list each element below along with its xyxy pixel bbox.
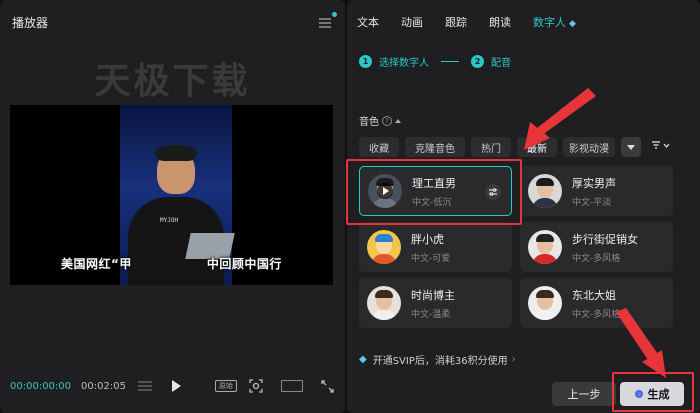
filter-icon[interactable] xyxy=(651,140,671,154)
voice-avatar xyxy=(528,286,562,320)
step-label-dubbing[interactable]: 配音 xyxy=(491,54,511,69)
voice-name: 胖小虎 xyxy=(411,232,444,246)
total-time: 00:02:05 xyxy=(81,380,126,392)
vip-notice[interactable]: ◆ 开通SVIP后，消耗36积分使用 › xyxy=(347,344,700,374)
vip-notice-text: 开通SVIP后，消耗36积分使用 xyxy=(372,355,508,367)
step-number-1: 1 xyxy=(359,55,372,68)
shirt-text: MYJOH xyxy=(160,217,179,224)
voice-name: 步行街促销女 xyxy=(572,232,638,246)
previous-step-button[interactable]: 上一步 xyxy=(552,382,616,406)
voice-card[interactable]: 时尚博主 中文-温柔 xyxy=(359,278,512,328)
voice-name: 厚实男声 xyxy=(572,176,616,190)
ratio-button[interactable]: 原始 xyxy=(214,380,237,392)
fullscreen-icon[interactable] xyxy=(321,379,334,393)
voice-avatar xyxy=(367,286,401,320)
player-title: 播放器 xyxy=(12,15,49,30)
voice-section-label: 音色 ? xyxy=(359,113,401,128)
menu-icon[interactable] xyxy=(319,12,337,28)
generate-icon xyxy=(634,390,643,398)
voice-section-title: 音色 xyxy=(359,117,379,128)
voice-avatar xyxy=(367,230,401,264)
tab-digital-human[interactable]: 数字人 ◆ xyxy=(533,14,576,30)
waveform-icon[interactable] xyxy=(136,380,154,392)
video-subtitle: 美国网红“甲 中回顾中国行 xyxy=(61,257,282,271)
chevron-down-icon xyxy=(627,144,635,150)
voice-tag: 中文-可爱 xyxy=(411,253,451,264)
voice-card[interactable]: 胖小虎 中文-可爱 xyxy=(359,222,512,272)
collapse-icon[interactable] xyxy=(395,118,401,123)
voice-tag: 中文-多风格 xyxy=(572,253,621,264)
voice-avatar xyxy=(368,174,402,208)
tab-tracking[interactable]: 跟踪 xyxy=(445,14,467,30)
generate-button-label: 生成 xyxy=(647,388,670,401)
voice-card[interactable]: 步行街促销女 中文-多风格 xyxy=(520,222,673,272)
properties-panel: 文本 动画 跟踪 朗读 数字人 ◆ 1 选择数字人 2 配音 音色 ? 收藏 克隆… xyxy=(347,0,700,413)
voice-card[interactable]: 厚实男声 中文-平淡 xyxy=(520,166,673,216)
voice-tag: 中文-平淡 xyxy=(572,197,612,208)
chip-favorites[interactable]: 收藏 xyxy=(359,137,399,157)
playback-controls: 00:00:00:00 00:02:05 原始 xyxy=(10,377,335,395)
tab-read-aloud[interactable]: 朗读 xyxy=(489,14,511,30)
voice-tag: 中文-低沉 xyxy=(412,197,452,208)
voice-avatar xyxy=(528,174,562,208)
voice-category-chips: 收藏 克隆音色 热门 最新 影视动漫 xyxy=(359,137,671,157)
voice-tag: 中文-温柔 xyxy=(411,309,451,320)
voice-grid: 理工直男 中文-低沉 厚实男声 中文-平淡 胖小虎 中文-可爱 步行街促销女 中… xyxy=(359,166,673,328)
tab-text[interactable]: 文本 xyxy=(357,14,379,30)
voice-name: 东北大姐 xyxy=(572,288,616,302)
tab-animation[interactable]: 动画 xyxy=(401,14,423,30)
step-label-select-digital-human[interactable]: 选择数字人 xyxy=(379,54,429,69)
voice-avatar xyxy=(528,230,562,264)
voice-name: 理工直男 xyxy=(412,176,456,190)
watermark: 天极下载 xyxy=(94,61,251,102)
voice-card[interactable]: 东北大姐 中文-多风格 xyxy=(520,278,673,328)
voice-tag: 中文-多风格 xyxy=(572,309,621,320)
tab-digital-human-label: 数字人 xyxy=(533,16,566,29)
diamond-icon: ◆ xyxy=(359,353,367,365)
adjust-icon[interactable] xyxy=(485,184,501,200)
video-preview[interactable]: MYJOH 美国网红“甲 中回顾中国行 xyxy=(10,105,333,285)
player-header: 播放器 xyxy=(12,12,337,32)
generate-button[interactable]: 生成 xyxy=(620,382,684,406)
voice-card-selected[interactable]: 理工直男 中文-低沉 xyxy=(359,166,512,216)
play-icon[interactable] xyxy=(171,380,181,392)
preview-frame-icon[interactable] xyxy=(280,380,303,392)
play-icon[interactable] xyxy=(377,183,393,199)
chip-dropdown-button[interactable] xyxy=(621,137,641,157)
tab-bar: 文本 动画 跟踪 朗读 数字人 ◆ xyxy=(357,14,576,30)
step-indicator: 1 选择数字人 2 配音 xyxy=(359,54,511,69)
chevron-right-icon: › xyxy=(511,353,516,365)
chip-clone-voice[interactable]: 克隆音色 xyxy=(405,137,465,157)
voice-name: 时尚博主 xyxy=(411,288,455,302)
current-time: 00:00:00:00 xyxy=(10,380,72,392)
diamond-icon: ◆ xyxy=(569,19,576,29)
crop-icon[interactable] xyxy=(249,379,263,393)
presenter-hair xyxy=(155,145,197,161)
chip-film-animation[interactable]: 影视动漫 xyxy=(563,137,615,157)
step-number-2: 2 xyxy=(471,55,484,68)
player-panel: 播放器 天极下载 MYJOH 美国网红“甲 中回顾中国行 00:00:00:00… xyxy=(0,0,345,413)
help-icon[interactable]: ? xyxy=(382,115,392,126)
chip-latest[interactable]: 最新 xyxy=(517,137,557,157)
step-connector xyxy=(441,61,459,62)
notification-dot xyxy=(332,12,337,17)
chip-popular[interactable]: 热门 xyxy=(471,137,511,157)
